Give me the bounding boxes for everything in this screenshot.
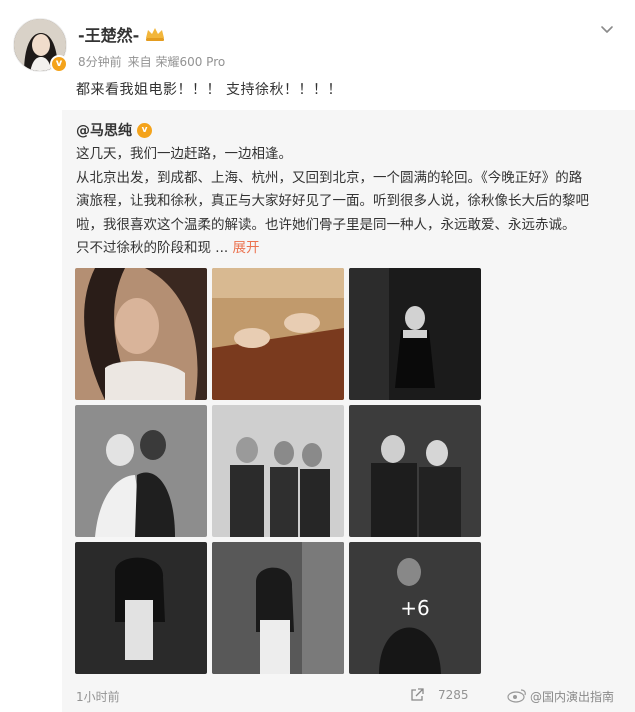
- photo-thumbnail[interactable]: [212, 405, 344, 537]
- weibo-logo-icon: [507, 687, 527, 703]
- share-icon[interactable]: [409, 687, 425, 703]
- photo-thumbnail[interactable]: [349, 405, 481, 537]
- post-time[interactable]: 8分钟前: [78, 53, 122, 70]
- verified-badge-icon: v: [50, 55, 68, 73]
- repost-line: 这几天，我们一边赶路，一边相逢。: [76, 146, 292, 162]
- repost-line: 演旅程，让我和徐秋，真正与大家好好见了一面。听到很多人说，徐秋像长大后的黎吧: [76, 193, 589, 209]
- share-count[interactable]: 7285: [438, 688, 469, 702]
- photo-thumbnail[interactable]: [212, 268, 344, 400]
- photo-thumbnail[interactable]: [75, 542, 207, 674]
- watermark-text: @国内演出指南: [530, 690, 615, 704]
- repost-author[interactable]: @马思纯: [76, 120, 132, 140]
- repost-line-last: 只不过徐秋的阶段和现 ... 展开: [76, 237, 616, 261]
- photo-thumbnail[interactable]: +6: [349, 542, 481, 674]
- repost-line: 从北京出发，到成都、上海、杭州，又回到北京，一个圆满的轮回。《今晚正好》的路: [76, 169, 583, 186]
- more-photos-count[interactable]: +6: [349, 542, 481, 674]
- crown-icon: [144, 26, 166, 42]
- photo-thumbnail[interactable]: [75, 405, 207, 537]
- post-header: v -王楚然- 8分钟前 来自 荣耀600 Pro 都来看我姐电影！！！ 支持徐…: [0, 0, 635, 110]
- post-text: 都来看我姐电影！！！ 支持徐秋！！！！: [76, 82, 342, 98]
- photo-grid: +6: [75, 268, 481, 674]
- repost-line-text: 只不过徐秋的阶段和现: [76, 240, 211, 256]
- post-source: 来自 荣耀600 Pro: [127, 55, 226, 69]
- photo-thumbnail[interactable]: [349, 268, 481, 400]
- repost-text: 这几天，我们一边赶路，一边相逢。 从北京出发，到成都、上海、杭州，又回到北京，一…: [76, 143, 616, 261]
- chevron-down-icon[interactable]: [599, 22, 615, 38]
- photo-thumbnail[interactable]: [75, 268, 207, 400]
- avatar[interactable]: v: [13, 18, 68, 73]
- reposted-content[interactable]: @马思纯 v 这几天，我们一边赶路，一边相逢。 从北京出发，到成都、上海、杭州，…: [62, 110, 635, 712]
- verified-badge-icon: v: [137, 122, 152, 138]
- expand-link[interactable]: 展开: [232, 240, 259, 256]
- repost-line: 啦，我很喜欢这个温柔的解读。也许她们骨子里是同一种人，永远敢爱、永远赤诚。: [76, 216, 576, 233]
- author-name[interactable]: -王楚然-: [78, 22, 139, 46]
- ellipsis: ...: [211, 240, 233, 256]
- photo-thumbnail[interactable]: [212, 542, 344, 674]
- repost-time[interactable]: 1小时前: [76, 688, 120, 705]
- repost-footer: 1小时前 7285 @国内演出指南: [76, 688, 621, 704]
